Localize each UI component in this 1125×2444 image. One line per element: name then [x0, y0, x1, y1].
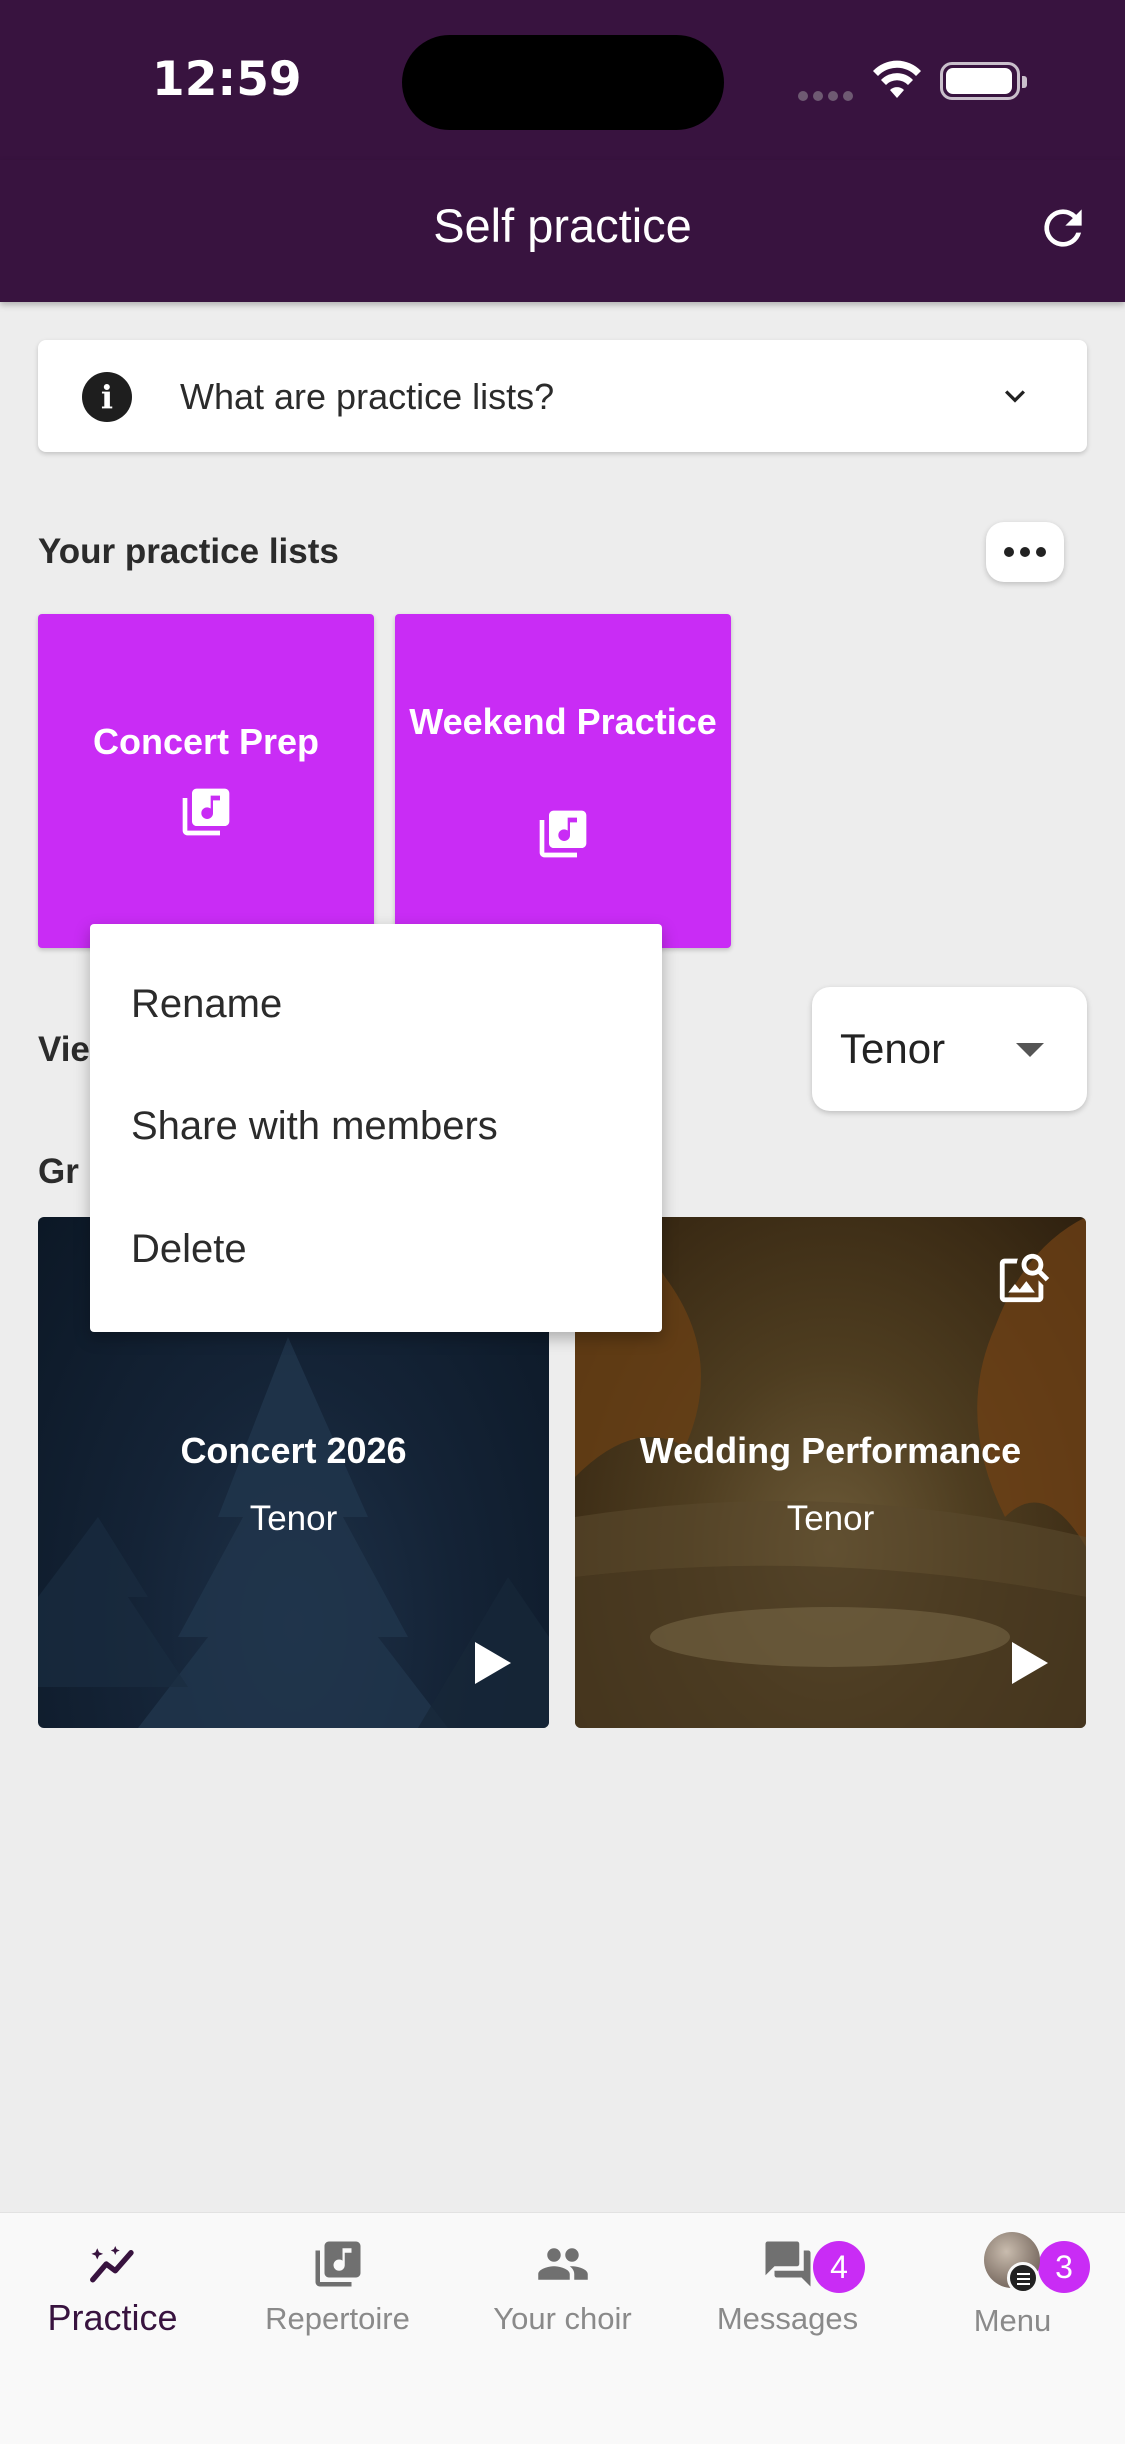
bottom-navigation: Practice Repertoire Your choir 4 Message… — [0, 2212, 1125, 2444]
group-card-title: Concert 2026 — [180, 1430, 407, 1471]
practice-lists-heading: Your practice lists — [38, 532, 339, 571]
menu-item-share-with-members[interactable]: Share with members — [131, 1104, 498, 1149]
practice-list-title: Concert Prep — [92, 721, 320, 762]
group-card-voice: Tenor — [249, 1499, 338, 1538]
practice-list-tile[interactable]: Concert Prep — [38, 614, 374, 948]
nav-label: Messages — [716, 2301, 859, 2336]
chat-icon — [765, 2241, 811, 2287]
nav-label: Repertoire — [265, 2301, 410, 2336]
page-title: Self practice — [433, 199, 692, 252]
nav-label: Practice — [47, 2297, 178, 2338]
voice-part-value: Tenor — [840, 1025, 946, 1072]
nav-item-messages[interactable]: 4 Messages — [675, 2213, 900, 2363]
play-icon[interactable] — [475, 1642, 511, 1684]
info-card-text: What are practice lists? — [180, 376, 555, 417]
chevron-down-icon — [1005, 390, 1025, 403]
refresh-icon[interactable] — [1035, 200, 1091, 256]
cellular-signal-icon — [798, 88, 858, 101]
practice-trend-icon — [90, 2246, 134, 2283]
image-search-icon[interactable] — [995, 1249, 1053, 1307]
voice-part-dropdown[interactable]: Tenor — [812, 987, 1087, 1111]
dropdown-caret-icon — [1016, 1043, 1044, 1057]
menu-item-delete[interactable]: Delete — [131, 1227, 247, 1272]
music-library-icon — [182, 788, 230, 836]
groups-section-heading: Gr — [38, 1152, 79, 1191]
menu-badge: 3 — [1038, 2241, 1090, 2293]
nav-item-practice[interactable]: Practice — [0, 2213, 225, 2363]
practice-lists-info-expander[interactable]: i What are practice lists? — [38, 340, 1087, 452]
wifi-icon — [873, 60, 921, 98]
status-bar: 12:59 — [0, 0, 1125, 160]
status-time: 12:59 — [152, 52, 302, 107]
group-card-title: Wedding Performance — [639, 1430, 1022, 1471]
nav-item-your-choir[interactable]: Your choir — [450, 2213, 675, 2363]
music-library-icon — [539, 810, 587, 858]
voice-section-heading: Vie — [38, 1030, 90, 1069]
play-icon[interactable] — [1012, 1642, 1048, 1684]
messages-badge: 4 — [813, 2241, 865, 2293]
group-card-voice: Tenor — [786, 1499, 875, 1538]
practice-list-title: Weekend Practice — [409, 701, 717, 742]
battery-icon — [940, 62, 1027, 100]
nav-label: Your choir — [493, 2301, 632, 2336]
nav-item-repertoire[interactable]: Repertoire — [225, 2213, 450, 2363]
people-icon — [538, 2248, 588, 2280]
dynamic-island — [402, 35, 724, 130]
practice-list-context-menu: Rename Share with members Delete — [90, 924, 662, 1332]
info-icon: i — [82, 372, 132, 422]
practice-list-tile[interactable]: Weekend Practice — [395, 614, 731, 948]
nav-label: Menu — [973, 2303, 1052, 2338]
menu-item-rename[interactable]: Rename — [131, 982, 282, 1027]
music-library-icon — [315, 2241, 361, 2287]
menu-icon — [1007, 2262, 1039, 2294]
more-options-button[interactable] — [986, 522, 1064, 582]
